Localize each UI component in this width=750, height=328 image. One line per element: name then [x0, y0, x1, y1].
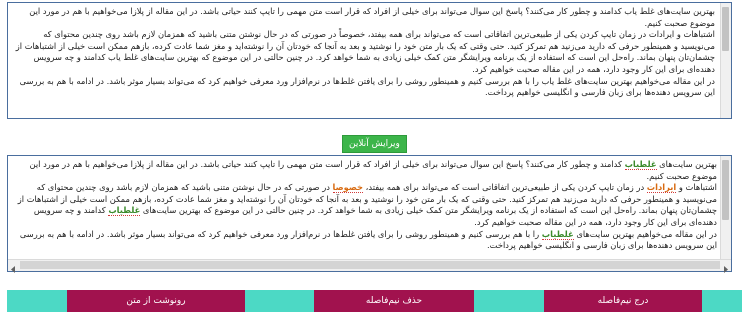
text-span: در این مقاله می‌خواهیم بهترین سایت‌های [573, 228, 717, 239]
source-paragraph-3: در این مقاله می‌خواهیم بهترین سایت‌های غ… [19, 75, 715, 98]
remove-half-space-button[interactable]: حذف نیم‌فاصله [314, 290, 474, 312]
scrollbar-thumb[interactable] [722, 7, 729, 51]
action-bar-spacer [7, 290, 67, 312]
scroll-left-arrow-icon[interactable] [8, 260, 19, 273]
result-paragraph-3: در این مقاله می‌خواهیم بهترین سایت‌های غ… [12, 228, 717, 252]
scroll-right-arrow-icon[interactable] [720, 260, 731, 273]
source-text-content[interactable]: بهترین سایت‌های غلط یاب کدامند و چطور کا… [12, 6, 715, 99]
misspelled-word[interactable]: غلطیاب [541, 228, 574, 240]
action-bar-spacer [245, 290, 314, 312]
source-text-panel[interactable]: بهترین سایت‌های غلط یاب کدامند و چطور کا… [7, 2, 732, 119]
misspelled-word[interactable]: ایرادات [646, 182, 677, 194]
result-paragraph-2: اشتباهات و ایرادات در زمان تایپ کردن یکی… [12, 182, 717, 228]
copy-text-button[interactable]: رونوشت از متن [67, 290, 245, 312]
action-bar-spacer [474, 290, 544, 312]
action-bar: رونوشت از متن حذف نیم‌فاصله درج نیم‌فاصل… [7, 290, 742, 312]
insert-half-space-button[interactable]: درج نیم‌فاصله [544, 290, 702, 312]
action-bar-spacer [702, 290, 742, 312]
source-paragraph-1: بهترین سایت‌های غلط یاب کدامند و چطور کا… [29, 6, 715, 28]
source-paragraph-2: اشتباهات و ایرادات در زمان تایپ کردن یکی… [15, 29, 715, 74]
vertical-scrollbar[interactable] [720, 156, 731, 260]
misspelled-word[interactable]: خصوصا [332, 182, 364, 194]
horizontal-scrollbar[interactable] [8, 259, 731, 273]
text-span: بهترین سایت‌های [656, 159, 717, 169]
text-span: کدامند و چطور کار می‌کنند؟ پاسخ این سوال… [29, 159, 717, 181]
misspelled-word[interactable]: غلطیاب [624, 159, 657, 170]
vertical-scrollbar[interactable] [720, 3, 731, 118]
text-span: اشتباهات و [676, 182, 717, 193]
online-edit-button[interactable]: ویرایش آنلاین [342, 135, 407, 153]
horizontal-scrollbar-thumb[interactable] [20, 261, 720, 269]
text-span: در زمان تایپ کردن یکی از طبیعی‌ترین اتفا… [363, 182, 647, 193]
result-paragraph-1: بهترین سایت‌های غلطیاب کدامند و چطور کار… [12, 159, 717, 182]
scrollbar-thumb[interactable] [722, 160, 729, 220]
misspelled-word[interactable]: غلطیاب [108, 205, 141, 217]
result-text-content[interactable]: بهترین سایت‌های غلطیاب کدامند و چطور کار… [12, 159, 717, 252]
result-text-panel[interactable]: بهترین سایت‌های غلطیاب کدامند و چطور کار… [7, 155, 732, 273]
